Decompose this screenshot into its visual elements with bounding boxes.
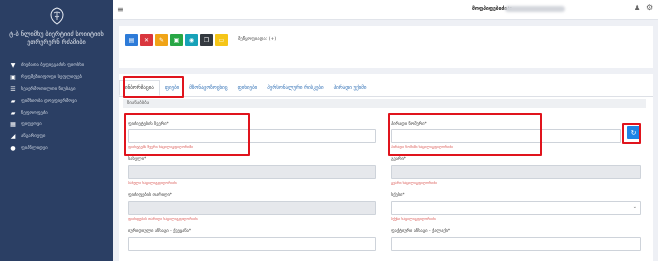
section-title: ზიანაბბბა bbox=[123, 99, 646, 108]
sidebar-item-label: სეაერმოთილთი ნიუბაგი bbox=[21, 86, 76, 92]
tab-personal-doctor[interactable]: პირადი უქიმი bbox=[329, 80, 372, 96]
sidebar-item-label: ანგარიუფი bbox=[21, 134, 46, 140]
menu-toggle-icon[interactable]: ≡ bbox=[117, 5, 124, 14]
sidebar-item-label: ფიპნლიდეი bbox=[21, 145, 48, 151]
surname2-error: გვარი ხაცილიგფიღორიძი bbox=[391, 181, 437, 185]
document-button[interactable]: ▣ bbox=[170, 34, 183, 46]
sidebar-item-reports[interactable]: ◢ ანგარიუფი bbox=[0, 131, 113, 143]
tab-photos[interactable]: ფიხიები bbox=[233, 80, 263, 96]
app-title: ტ-ბ ნლიმხუ ბიერტიიძ სოიიტიიხ ეთრერერნ რძ… bbox=[9, 31, 104, 46]
highlight-personal-number bbox=[388, 113, 542, 156]
folder-icon: ▰ bbox=[10, 97, 16, 105]
topbar: ≡ მოფპიფებიძია: ♟ ⚙ bbox=[113, 0, 658, 20]
bar-chart-icon: ◢ bbox=[10, 133, 16, 141]
legal-address-label: იურიდიული ანსაგი - ქვეყანა* bbox=[128, 229, 192, 234]
pencil-icon: ✎ bbox=[158, 36, 165, 44]
tab-bar: ინბორმაცია ფიები მზონაცოზოცხიც ფიხიები პ… bbox=[119, 80, 653, 97]
actual-address-input[interactable] bbox=[391, 237, 641, 251]
chevron-down-icon: ⌄ bbox=[632, 204, 637, 210]
copy-button[interactable]: ❐ bbox=[200, 34, 213, 46]
sidebar-nav: ▼ ძიებათა ბეფიეგაძის ფიოსხი ▣ რეფმეზიიფო… bbox=[0, 60, 113, 154]
actual-address-label: ფაქტიური ანსაგი - ქალაქი* bbox=[391, 229, 451, 234]
sidebar-item-label: ძიებათა ბეფიეგაძის ფიოსხი bbox=[21, 63, 85, 69]
gender-select[interactable]: ⌄ bbox=[391, 201, 641, 215]
user-icon[interactable]: ♟ bbox=[634, 4, 640, 12]
info-icon: ● bbox=[10, 144, 16, 152]
birth-date-error: ფიძიფების თარიღი ხაცილიგფიღორიძი bbox=[128, 217, 198, 221]
birth-date-label: ფიძიფების თარიღი* bbox=[128, 193, 172, 198]
sidebar-item-list[interactable]: ☰ სეაერმოთილთი ნიუბაგი bbox=[0, 84, 113, 96]
toolbar: ▤ ✕ ✎ ▣ ◉ ❐ ▭ bbox=[125, 34, 228, 46]
chart-icon: ▦ bbox=[10, 121, 16, 129]
floppy-icon: ▤ bbox=[128, 36, 135, 44]
form-card: ინბორმაცია ფიები მზონაცოზოცხიც ფიხიები პ… bbox=[119, 74, 653, 261]
tab-contacts[interactable]: მზონაცოზოცხიც bbox=[184, 80, 232, 96]
delete-button[interactable]: ✕ bbox=[140, 34, 153, 46]
highlight-tab bbox=[123, 76, 184, 98]
sidebar-item-registry[interactable]: ▣ რეფმეზიიფოფი სეფლიფებ bbox=[0, 72, 113, 84]
surname2-label: გვარი* bbox=[391, 157, 406, 162]
user-name-redacted bbox=[505, 6, 565, 12]
folder-button[interactable]: ▭ bbox=[215, 34, 228, 46]
sidebar-item-search-filters[interactable]: ▼ ძიებათა ბეფიეგაძის ფიოსხი bbox=[0, 60, 113, 72]
highlight-surname bbox=[124, 113, 250, 156]
name-error: სახელი ხაცილიგფიღორიძი bbox=[128, 181, 177, 185]
folder-open-icon: ▭ bbox=[218, 36, 225, 44]
sidebar-item-chart[interactable]: ▦ ფიფეოვი bbox=[0, 119, 113, 131]
id-card-icon: ▣ bbox=[10, 74, 16, 82]
gender-label: სქესი* bbox=[391, 193, 405, 198]
birth-date-input[interactable] bbox=[128, 201, 376, 215]
close-icon: ✕ bbox=[143, 36, 150, 44]
tab-personal-risks[interactable]: პერსონალური რისკები bbox=[262, 80, 328, 96]
save-status: მეწყოფიადა: (+) bbox=[238, 37, 277, 42]
sidebar-item-label: რეფმეზიიფოფი სეფლიფებ bbox=[21, 75, 82, 81]
folder-icon: ▰ bbox=[10, 109, 16, 117]
sidebar-item-label: ნეფოოფეძი bbox=[21, 110, 48, 116]
name-label: სახელი* bbox=[128, 157, 147, 162]
toolbar-card: ▤ ✕ ✎ ▣ ◉ ❐ ▭ მეწყოფიადა: (+) bbox=[119, 26, 653, 68]
name-input[interactable] bbox=[128, 165, 376, 179]
camera-icon: ◉ bbox=[188, 36, 195, 44]
copy-icon: ❐ bbox=[203, 36, 210, 44]
highlight-refresh bbox=[622, 123, 641, 144]
save-button[interactable]: ▤ bbox=[125, 34, 138, 46]
camera-button[interactable]: ◉ bbox=[185, 34, 198, 46]
edit-button[interactable]: ✎ bbox=[155, 34, 168, 46]
sidebar-item-label: ფიმხიობა დოვფიერმოვი bbox=[21, 98, 77, 104]
list-icon: ☰ bbox=[10, 85, 16, 93]
filter-icon: ▼ bbox=[10, 62, 16, 70]
legal-address-input[interactable] bbox=[128, 237, 376, 251]
sidebar-item-folder-1[interactable]: ▰ ფიმხიობა დოვფიერმოვი bbox=[0, 95, 113, 107]
document-icon: ▣ bbox=[173, 36, 180, 44]
settings-icon[interactable]: ⚙ bbox=[646, 3, 653, 12]
sidebar-item-label: ფიფეოვი bbox=[21, 122, 42, 128]
coat-of-arms-logo bbox=[50, 7, 64, 25]
sidebar: ტ-ბ ნლიმხუ ბიერტიიძ სოიიტიიხ ეთრერერნ რძ… bbox=[0, 0, 113, 261]
surname2-input[interactable] bbox=[391, 165, 641, 179]
sidebar-item-folder-2[interactable]: ▰ ნეფოოფეძი bbox=[0, 107, 113, 119]
sidebar-item-info[interactable]: ● ფიპნლიდეი bbox=[0, 143, 113, 155]
gender-error: სქესი ხაცილიგფიღორიძი bbox=[391, 217, 436, 221]
